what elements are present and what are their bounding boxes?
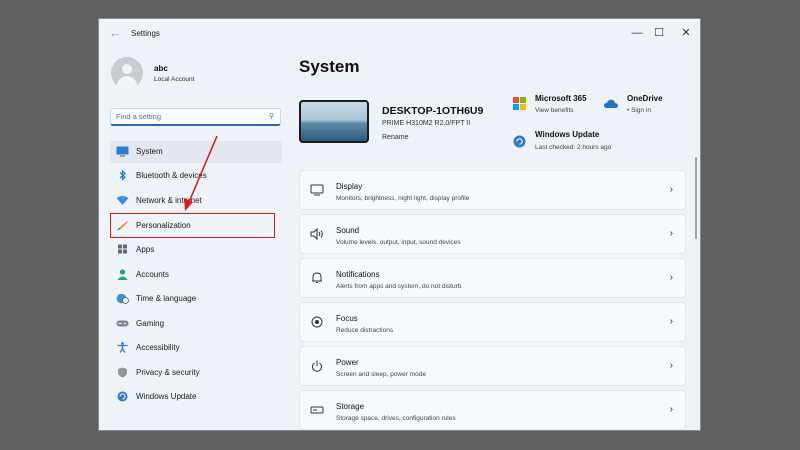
annotation-arrow bbox=[184, 135, 218, 211]
settings-window: ← Settings — ☐ ✕ abc Local Account Find … bbox=[98, 18, 701, 431]
